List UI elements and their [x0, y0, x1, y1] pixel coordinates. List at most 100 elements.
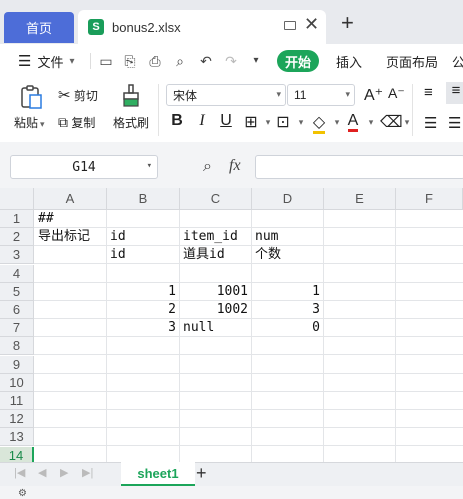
cell-c2[interactable]: item_id: [183, 228, 238, 246]
row-header-13[interactable]: 13: [0, 428, 34, 447]
cell-c5[interactable]: 1001: [180, 283, 248, 301]
quick-access-more-icon[interactable]: ▾: [248, 53, 264, 69]
italic-icon[interactable]: I: [193, 112, 211, 130]
row-header-9[interactable]: 9: [0, 355, 34, 374]
paste-button[interactable]: 粘贴 ▾: [14, 114, 45, 131]
grid-line: [34, 227, 463, 228]
chevron-down-icon: ▾: [146, 161, 152, 171]
font-size-value: 11: [294, 88, 307, 102]
new-tab-button[interactable]: +: [341, 10, 354, 36]
cell-b2[interactable]: id: [110, 228, 126, 246]
file-menu[interactable]: ☰ 文件 ▾: [18, 44, 75, 78]
document-tab[interactable]: S bonus2.xlsx ✕: [78, 10, 326, 44]
bold-icon[interactable]: B: [168, 112, 186, 130]
paste-icon[interactable]: [18, 84, 44, 110]
export-pdf-icon[interactable]: ⎘: [122, 53, 138, 69]
prev-sheet-icon[interactable]: ◀: [38, 466, 46, 479]
column-header-c[interactable]: C: [180, 188, 252, 210]
grid-line: [34, 336, 463, 338]
home-tab[interactable]: 首页: [4, 12, 74, 43]
macro-icon[interactable]: ⚙: [18, 488, 27, 499]
column-header-f[interactable]: F: [396, 188, 463, 210]
row-header-6[interactable]: 6: [0, 301, 34, 319]
chevron-down-icon[interactable]: ▾: [292, 117, 310, 128]
row-header-3[interactable]: 3: [0, 246, 34, 265]
divider: [90, 53, 91, 69]
name-box[interactable]: G14 ▾: [10, 155, 158, 179]
cell-d2[interactable]: num: [255, 228, 278, 246]
increase-font-icon[interactable]: A⁺: [364, 85, 383, 105]
align-middle-icon[interactable]: ≡: [446, 82, 463, 104]
chevron-down-icon[interactable]: ▾: [398, 117, 416, 128]
column-header-d[interactable]: D: [252, 188, 324, 210]
column-header-e[interactable]: E: [324, 188, 396, 210]
formulas-tab[interactable]: 公: [452, 44, 463, 78]
print-preview-icon[interactable]: ⌕: [172, 53, 188, 69]
column-header-b[interactable]: B: [107, 188, 180, 210]
row-header-11[interactable]: 11: [0, 392, 34, 410]
clear-format-icon[interactable]: ⌫: [380, 112, 403, 132]
cell-c6[interactable]: 1002: [180, 301, 248, 319]
next-sheet-icon[interactable]: ▶: [60, 466, 68, 479]
fill-color-icon[interactable]: ◇: [310, 112, 328, 134]
cell-c3[interactable]: 道具id: [183, 246, 225, 264]
row-header-8[interactable]: 8: [0, 337, 34, 356]
grid-line: [34, 390, 463, 392]
start-tab[interactable]: 开始: [277, 50, 319, 72]
underline-icon[interactable]: U: [217, 112, 235, 130]
save-icon[interactable]: ▭: [98, 53, 114, 69]
menu-bar: ☰ 文件 ▾ ▭ ⎘ ⎙ ⌕ ↶ ↷ ▾ 开始 插入 页面布局 公: [0, 44, 463, 78]
cell-d5[interactable]: 1: [252, 283, 320, 301]
column-header-a[interactable]: A: [34, 188, 107, 210]
cell-d6[interactable]: 3: [252, 301, 320, 319]
cell-b3[interactable]: id: [110, 246, 126, 264]
cell-a2[interactable]: 导出标记: [38, 228, 90, 246]
zoom-icon[interactable]: ⌕: [203, 158, 212, 176]
undo-icon[interactable]: ↶: [198, 53, 214, 69]
row-header-4[interactable]: 4: [0, 264, 34, 283]
copy-button[interactable]: ⧉ 复制: [58, 114, 95, 131]
sheet-tab-sheet1[interactable]: sheet1: [121, 462, 195, 486]
font-name-value: 宋体: [173, 88, 198, 103]
align-top-icon[interactable]: ≡: [424, 84, 433, 101]
function-icon[interactable]: fx: [229, 157, 241, 175]
print-icon[interactable]: ⎙: [147, 53, 163, 69]
row-header-1[interactable]: 1: [0, 210, 34, 228]
cell-d3[interactable]: 个数: [255, 246, 281, 264]
add-sheet-button[interactable]: +: [196, 463, 207, 484]
cell-a1[interactable]: ##: [38, 210, 54, 228]
align-center-icon[interactable]: ☰: [448, 114, 461, 132]
font-name-select[interactable]: 宋体 ▾: [166, 84, 286, 106]
decrease-font-icon[interactable]: A⁻: [388, 85, 405, 102]
last-sheet-icon[interactable]: ▶|: [82, 466, 93, 479]
select-all-corner[interactable]: [0, 188, 34, 210]
page-layout-tab[interactable]: 页面布局: [386, 44, 438, 78]
border-icon[interactable]: ⊞: [242, 112, 260, 132]
window-restore-icon[interactable]: [284, 21, 296, 30]
formula-input[interactable]: [255, 155, 463, 179]
chevron-down-icon[interactable]: ▾: [362, 117, 380, 128]
row-header-10[interactable]: 10: [0, 373, 34, 392]
align-left-icon[interactable]: ☰: [424, 114, 437, 132]
cell-b7[interactable]: 3: [107, 319, 176, 337]
cell-d7[interactable]: 0: [252, 319, 320, 337]
font-size-select[interactable]: 11 ▾: [287, 84, 355, 106]
first-sheet-icon[interactable]: |◀: [14, 466, 25, 479]
chevron-down-icon: ▾: [40, 119, 45, 129]
format-painter-button[interactable]: 格式刷: [113, 114, 149, 131]
cell-c7[interactable]: null: [183, 319, 214, 337]
fill-pattern-icon[interactable]: ⊡: [274, 112, 292, 132]
row-header-5[interactable]: 5: [0, 282, 34, 301]
format-painter-icon[interactable]: [121, 84, 141, 108]
row-header-7[interactable]: 7: [0, 319, 34, 338]
cell-b5[interactable]: 1: [107, 283, 176, 301]
insert-tab[interactable]: 插入: [336, 44, 362, 78]
grid-line: [34, 281, 463, 283]
close-tab-icon[interactable]: ✕: [304, 14, 319, 35]
row-header-2[interactable]: 2: [0, 228, 34, 247]
cut-button[interactable]: ✂ 剪切: [58, 86, 98, 104]
font-color-icon[interactable]: A: [344, 112, 362, 132]
row-header-12[interactable]: 12: [0, 410, 34, 429]
cell-b6[interactable]: 2: [107, 301, 176, 319]
redo-icon[interactable]: ↷: [223, 53, 239, 69]
